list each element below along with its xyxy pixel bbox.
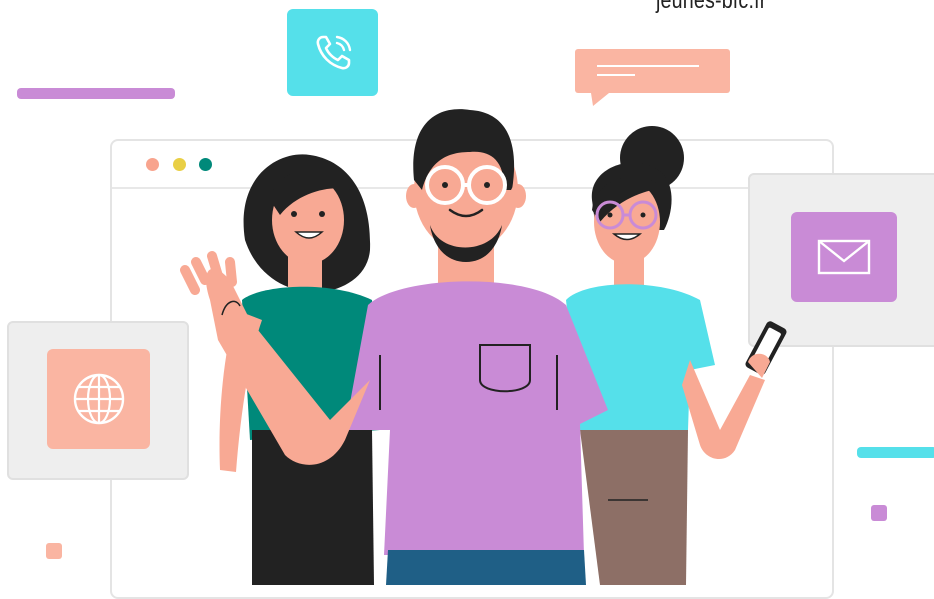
woman-right-figure bbox=[566, 126, 787, 585]
man-center-figure bbox=[180, 109, 608, 585]
people-illustration bbox=[180, 109, 787, 585]
